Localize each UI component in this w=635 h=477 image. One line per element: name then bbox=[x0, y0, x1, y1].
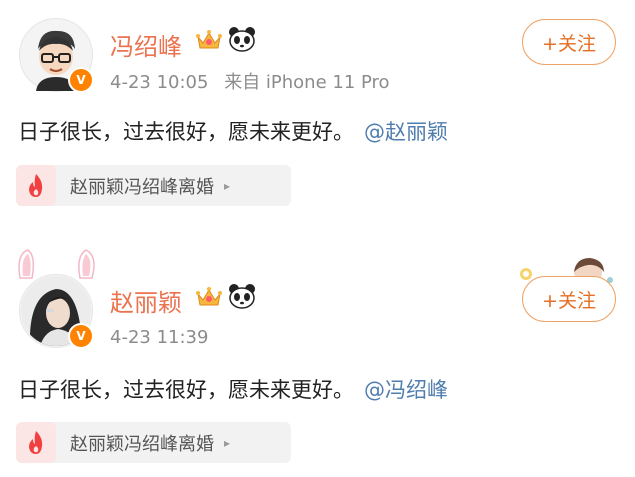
topic-tag[interactable]: 赵丽颖冯绍峰离婚 ▸ bbox=[16, 422, 291, 463]
chevron-right-icon: ▸ bbox=[224, 435, 231, 450]
post-meta: 4-23 10:05 来自 iPhone 11 Pro bbox=[110, 68, 390, 94]
post-meta: 4-23 11:39 bbox=[110, 327, 208, 348]
post-body: 日子很长，过去很好，愿未来更好。 bbox=[18, 120, 354, 144]
verified-badge-icon: V bbox=[68, 67, 94, 93]
post-time: 4-23 10:05 bbox=[110, 72, 209, 93]
follow-button[interactable]: +关注 bbox=[522, 19, 616, 65]
mention-link[interactable]: @赵丽颖 bbox=[364, 120, 448, 144]
panda-icon bbox=[229, 27, 255, 52]
fire-icon bbox=[16, 165, 56, 206]
weibo-post-zhaoliying: V 赵丽颖 4-23 11:39 +关注 日子很长，过去很好，愿未来更好。 @冯绍… bbox=[0, 249, 635, 477]
follow-label: +关注 bbox=[542, 289, 596, 312]
topic-label: 赵丽颖冯绍峰离婚 bbox=[70, 433, 214, 455]
post-text: 日子很长，过去很好，愿未来更好。 @赵丽颖 bbox=[18, 116, 448, 146]
fire-icon bbox=[16, 422, 56, 463]
follow-button[interactable]: +关注 bbox=[522, 276, 616, 322]
chevron-right-icon: ▸ bbox=[224, 178, 231, 193]
crown-icon bbox=[196, 287, 222, 306]
follow-label: +关注 bbox=[542, 32, 596, 55]
topic-tag[interactable]: 赵丽颖冯绍峰离婚 ▸ bbox=[16, 165, 291, 206]
post-time: 4-23 11:39 bbox=[110, 327, 209, 348]
author-name[interactable]: 冯绍峰 bbox=[110, 27, 182, 62]
post-source: 来自 iPhone 11 Pro bbox=[224, 72, 390, 93]
topic-label: 赵丽颖冯绍峰离婚 bbox=[70, 176, 214, 198]
panda-icon bbox=[229, 284, 255, 309]
post-text: 日子很长，过去很好，愿未来更好。 @冯绍峰 bbox=[18, 374, 448, 404]
weibo-post-fengshaofeng: V 冯绍峰 4-23 10:05 来自 iPhone 11 Pro +关注 日子… bbox=[0, 0, 635, 232]
avatar-zhaoliying[interactable]: V bbox=[19, 274, 94, 349]
mention-link[interactable]: @冯绍峰 bbox=[364, 378, 448, 402]
crown-icon bbox=[196, 30, 222, 49]
verified-badge-icon: V bbox=[68, 323, 94, 349]
author-name[interactable]: 赵丽颖 bbox=[110, 283, 182, 318]
avatar-fengshaofeng[interactable]: V bbox=[19, 18, 94, 93]
post-body: 日子很长，过去很好，愿未来更好。 bbox=[18, 378, 354, 402]
